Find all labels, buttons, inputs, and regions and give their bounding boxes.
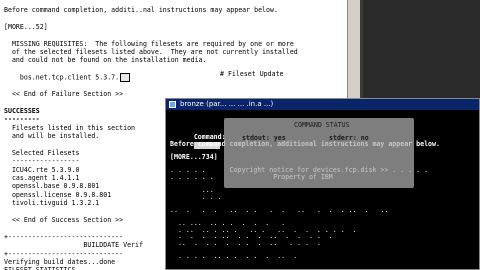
terminal-line: bos.net.tcp.client 5.3.7.: [4, 73, 131, 83]
terminal-line: cas.agent 1.4.1.1: [4, 174, 80, 182]
terminal-line: and will be installed.: [4, 132, 100, 140]
terminal-line: BUILDDATE Verif: [4, 241, 143, 250]
terminal-line: . . .: [170, 192, 238, 201]
terminal-line: << End of Success Section >>: [4, 216, 124, 224]
terminal-line: .. . . . . . . . .. . . . .: [170, 239, 321, 247]
terminal-line: +-----------------------------: [4, 232, 124, 241]
foreground-terminal-window[interactable]: bronze (par... ... ... .in.a ...) Comman…: [165, 98, 480, 270]
terminal-line: -----------------: [4, 157, 80, 166]
terminal-line: MISSING REQUISITES: The following filese…: [4, 39, 294, 48]
terminal-line: Selected Filesets: [4, 148, 80, 157]
terminal-line: openssl.base 0.9.8.801: [4, 182, 100, 191]
window-title: bronze (par... ... ... .in.a ...): [180, 100, 274, 108]
terminal-line: +-----------------------------: [4, 249, 124, 258]
terminal-line: and could not be found on the installati…: [4, 56, 207, 65]
stdout-label: stdout: yes: [242, 134, 286, 142]
terminal-line: tivoli.tivguid 1.3.2.1: [4, 199, 100, 208]
cursor-box: [120, 73, 131, 83]
terminal-app-icon: [169, 101, 176, 108]
window-titlebar[interactable]: bronze (par... ... ... .in.a ...): [166, 99, 479, 110]
terminal-line: SUCCESSES: [4, 106, 40, 115]
command-status-overlay: COMMAND STATUS stdout: yes stderr: no: [224, 118, 414, 188]
terminal-line: [MORE...734]: [170, 153, 218, 162]
terminal-line: .. . . . .. . . . . .. . . . .. . ..: [170, 206, 389, 214]
terminal-line: Filesets listed in this section: [4, 123, 136, 132]
terminal-line: ---------: [4, 115, 40, 124]
overlay-title: COMMAND STATUS: [294, 121, 350, 129]
terminal-line: . . . .. .. . .. . . .. . . .. .: [170, 265, 309, 270]
terminal-line: << End of Failure Section >>: [4, 90, 124, 98]
terminal-line: . . . . .. . . . . . .. .: [170, 252, 298, 261]
terminal-line: FILESET STATISTICS: [4, 266, 75, 270]
stderr-label: stderr: no: [329, 134, 369, 142]
terminal-line: Before command completion, additi..nal i…: [4, 6, 278, 14]
terminal-body[interactable]: Command: Before command completion, addi…: [166, 110, 479, 270]
terminal-line: Verifying build dates...done: [4, 258, 116, 266]
terminal-line: [MORE...52]: [4, 22, 48, 31]
terminal-line: of the selected filesets listed above. T…: [4, 48, 298, 56]
fileset-update-label: # Fileset Update: [220, 70, 284, 78]
terminal-line: openssl.license 0.9.8.801: [4, 190, 112, 199]
terminal-line: ICU4C.rte 5.3.9.0: [4, 165, 80, 174]
